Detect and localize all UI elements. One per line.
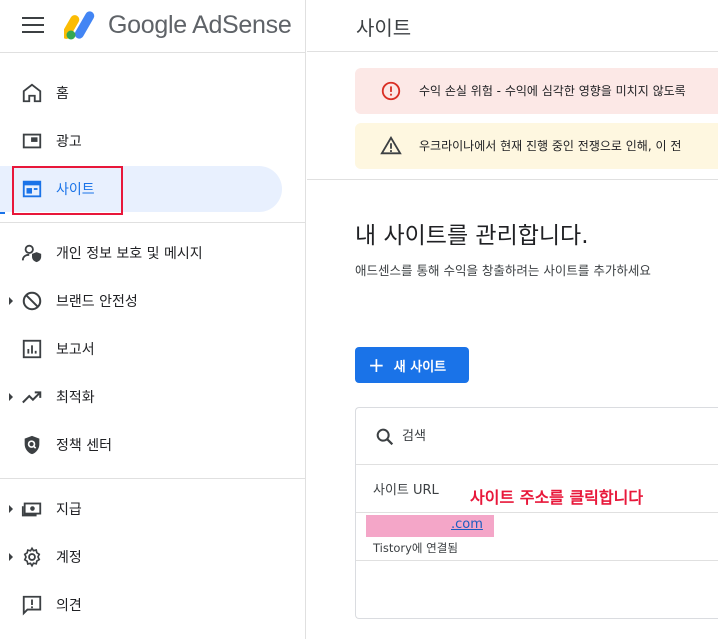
main-content: 수익 손실 위험 - 수익에 심각한 영향을 미치지 않도록 우크라이나에서 현…	[307, 53, 718, 639]
home-icon	[22, 83, 42, 103]
header-divider	[356, 512, 718, 513]
sidebar-item-label: 개인 정보 보호 및 메시지	[56, 246, 203, 262]
sidebar-item-label: 광고	[56, 134, 82, 150]
gear-icon	[23, 546, 41, 568]
search-bar	[356, 408, 718, 465]
highlight-annotation-box	[12, 166, 123, 215]
sidebar-item-label: 최적화	[56, 390, 95, 406]
search-input[interactable]	[402, 422, 702, 450]
sidebar-item-home[interactable]: 홈	[0, 70, 282, 116]
alert-text: 수익 손실 위험 - 수익에 심각한 영향을 미치지 않도록	[419, 84, 686, 98]
search-icon	[376, 428, 394, 446]
page-title: 사이트	[356, 16, 412, 40]
sidebar-item-label: 홈	[56, 86, 69, 102]
plus-icon: +	[368, 353, 385, 377]
sidebar-item-account[interactable]: 계정	[0, 534, 282, 580]
expand-caret-icon	[9, 297, 13, 305]
error-icon	[381, 81, 401, 101]
sidebar-item-optimization[interactable]: 최적화	[0, 374, 282, 420]
new-site-button[interactable]: + 새 사이트	[355, 347, 469, 383]
sidebar-item-privacy[interactable]: 개인 정보 보호 및 메시지	[0, 230, 282, 276]
sidebar-item-policy-center[interactable]: 정책 센터	[0, 422, 282, 468]
ukraine-notice-alert[interactable]: 우크라이나에서 현재 진행 중인 전쟁으로 인해, 이 전	[355, 123, 718, 169]
sidebar-item-reports[interactable]: 보고서	[0, 326, 282, 372]
sidebar-item-payments[interactable]: 지급	[0, 486, 282, 532]
sidebar-item-label: 지급	[56, 502, 82, 518]
sidebar-item-label: 보고서	[56, 342, 95, 358]
expand-caret-icon	[9, 505, 13, 513]
revenue-risk-alert[interactable]: 수익 손실 위험 - 수익에 심각한 영향을 미치지 않도록	[355, 68, 718, 114]
trending-up-icon	[22, 391, 42, 404]
sites-heading: 내 사이트를 관리합니다.	[355, 223, 589, 249]
instruction-annotation: 사이트 주소를 클릭합니다	[470, 488, 644, 507]
row-divider	[356, 560, 718, 561]
header-divider	[0, 52, 306, 53]
sidebar-item-label: 의견	[56, 598, 82, 614]
sidebar-item-label: 정책 센터	[56, 438, 112, 454]
column-header-site-url[interactable]: 사이트 URL	[373, 479, 439, 498]
site-url-link[interactable]: .com	[451, 517, 483, 532]
sites-subheading: 애드센스를 통해 수익을 창출하려는 사이트를 추가하세요	[355, 263, 651, 278]
adsense-logo-icon	[64, 11, 95, 40]
expand-caret-icon	[9, 393, 13, 401]
hamburger-menu-icon[interactable]	[22, 17, 44, 35]
policy-icon	[24, 435, 40, 455]
app-topbar: Google AdSense	[0, 0, 306, 52]
feedback-icon	[22, 595, 42, 616]
sidebar-item-feedback[interactable]: 의견	[0, 582, 282, 628]
block-icon	[22, 291, 42, 311]
sites-table: 사이트 URL 사이트 주소를 클릭합니다 .com Tistory에 연결됨	[355, 407, 718, 619]
sidebar-item-ads[interactable]: 광고	[0, 118, 282, 164]
new-site-label: 새 사이트	[393, 359, 447, 375]
app-brand: Google AdSense	[108, 11, 292, 39]
sidebar-item-label: 브랜드 안전성	[56, 294, 138, 310]
sidebar: Google AdSense 홈 광고 사이트 개인 정보 보호 및 메시지 브…	[0, 0, 306, 639]
sidebar-item-label: 계정	[56, 550, 82, 566]
section-divider	[307, 179, 718, 180]
privacy-icon	[21, 244, 42, 263]
nav-divider	[0, 478, 306, 479]
ads-icon	[22, 133, 42, 149]
site-connection-status: Tistory에 연결됨	[373, 541, 458, 555]
sidebar-item-brand-safety[interactable]: 브랜드 안전성	[0, 278, 282, 324]
nav-divider	[0, 222, 306, 223]
alert-text: 우크라이나에서 현재 진행 중인 전쟁으로 인해, 이 전	[419, 139, 682, 153]
reports-icon	[22, 339, 42, 359]
expand-caret-icon	[9, 553, 13, 561]
warning-icon	[380, 135, 402, 155]
payments-icon	[21, 502, 42, 517]
